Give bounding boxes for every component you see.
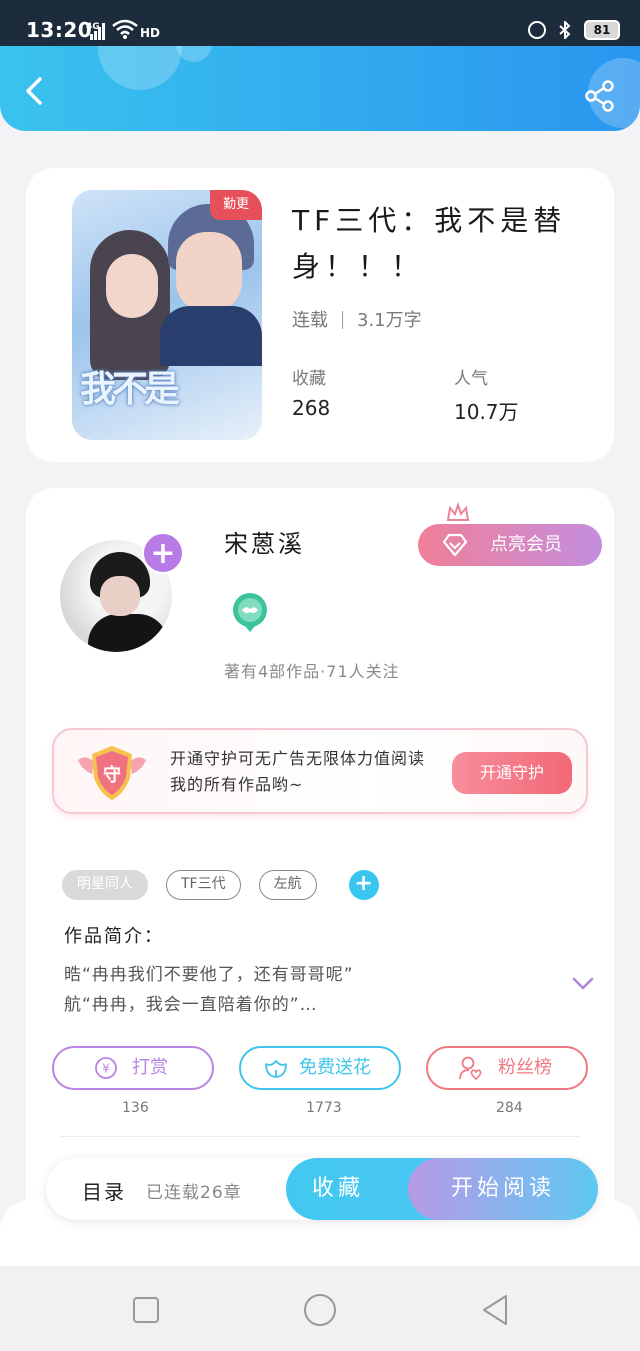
update-badge: 勤更 [210, 190, 262, 220]
intro-line: 晧“冉冉我们不要他了，还有哥哥呢” [64, 965, 354, 985]
popularity-value: 10.7万 [454, 400, 519, 424]
tip-label: 打赏 [132, 1057, 168, 1078]
home-button[interactable] [303, 1293, 337, 1327]
guard-icon-text: 守 [103, 764, 121, 786]
tip-button[interactable]: ¥ 打赏 [52, 1046, 214, 1090]
tag-item[interactable]: 左航 [258, 870, 317, 900]
guard-banner: 守 开通守护可无广告无限体力值阅读我的所有作品哟~ 开通守护 [52, 728, 588, 814]
tag-list: 明星同人 TF三代 左航 + [62, 870, 379, 900]
book-info-card: 我不是 勤更 TF三代：我不是替身！！！ 连载 3.1万字 收藏 268 人气 1… [26, 168, 614, 462]
signal-icon [90, 22, 106, 40]
intro-label: 作品简介： [64, 926, 164, 947]
vip-button[interactable]: 点亮会员 [418, 524, 602, 566]
back-button[interactable] [20, 76, 50, 106]
send-flower-label: 免费送花 [299, 1057, 371, 1078]
book-cover[interactable]: 我不是 勤更 [72, 190, 262, 440]
intro-text: 晧“冉冉我们不要他了，还有哥哥呢” 航“冉冉，我会一直陪着你的”… [64, 960, 544, 1020]
tag-item[interactable]: 明星同人 [62, 870, 148, 900]
author-name: 宋蒽溪 [224, 530, 305, 558]
favorites-label: 收藏 [292, 369, 326, 389]
add-tag-button[interactable]: + [348, 870, 379, 900]
divider [60, 1136, 580, 1137]
user-heart-icon [459, 1056, 482, 1081]
book-meta: 连载 3.1万字 [292, 306, 422, 332]
back-nav-button[interactable] [480, 1294, 510, 1326]
chevron-down-icon[interactable] [572, 976, 594, 992]
author-stats: 著有4部作品·71人关注 [224, 662, 400, 681]
guard-shield-icon: 守 [78, 746, 146, 800]
svg-text:¥: ¥ [102, 1062, 110, 1076]
bluetooth-icon [559, 21, 571, 39]
popularity-label: 人气 [454, 369, 488, 389]
fan-count: 284 [496, 1100, 523, 1116]
recent-apps-button[interactable] [132, 1296, 160, 1324]
flower-icon [265, 1060, 287, 1078]
author-card: + 宋蒽溪 点亮会员 著有4部作品·71人关注 守 开通守护可无广告无限体力值阅… [26, 488, 614, 1248]
rotation-lock-icon [528, 21, 546, 39]
favorites-value: 268 [292, 396, 331, 420]
share-button[interactable] [584, 80, 616, 112]
hd-indicator: HD [140, 26, 161, 40]
start-reading-button[interactable]: 开始阅读 [408, 1158, 598, 1220]
app-header [0, 46, 640, 131]
handshake-badge-icon [233, 593, 267, 632]
guard-text: 开通守护可无广告无限体力值阅读我的所有作品哟~ [170, 749, 426, 794]
tip-count: 136 [122, 1100, 149, 1116]
send-flower-button[interactable]: 免费送花 [239, 1046, 401, 1090]
coin-icon: ¥ [95, 1057, 117, 1079]
bottom-action-bar: 目录 已连载26章 收藏 开始阅读 [46, 1158, 598, 1220]
intro-line: 航“冉冉，我会一直陪着你的”… [64, 995, 318, 1015]
fan-rank-button[interactable]: 粉丝榜 [426, 1046, 588, 1090]
vip-label: 点亮会员 [490, 534, 562, 555]
chapter-count: 已连载26章 [146, 1183, 242, 1203]
system-nav-bar [0, 1266, 640, 1351]
book-status: 连载 [292, 310, 328, 331]
book-title: TF三代：我不是替身！！！ [292, 204, 567, 283]
wifi-icon [112, 19, 138, 39]
tag-item[interactable]: TF三代 [166, 870, 241, 900]
battery-icon: 81 [584, 20, 620, 40]
word-count: 3.1万字 [357, 310, 422, 331]
diamond-icon [442, 533, 468, 557]
status-time: 13:20 [26, 18, 93, 42]
toc-button[interactable]: 目录 [82, 1176, 126, 1205]
guard-button[interactable]: 开通守护 [452, 752, 572, 794]
fan-rank-label: 粉丝榜 [498, 1057, 552, 1078]
crown-icon [446, 502, 470, 521]
status-bar: 13:20 4G HD 81 [0, 0, 640, 48]
follow-button[interactable]: + [142, 532, 184, 574]
flower-count: 1773 [306, 1100, 342, 1116]
